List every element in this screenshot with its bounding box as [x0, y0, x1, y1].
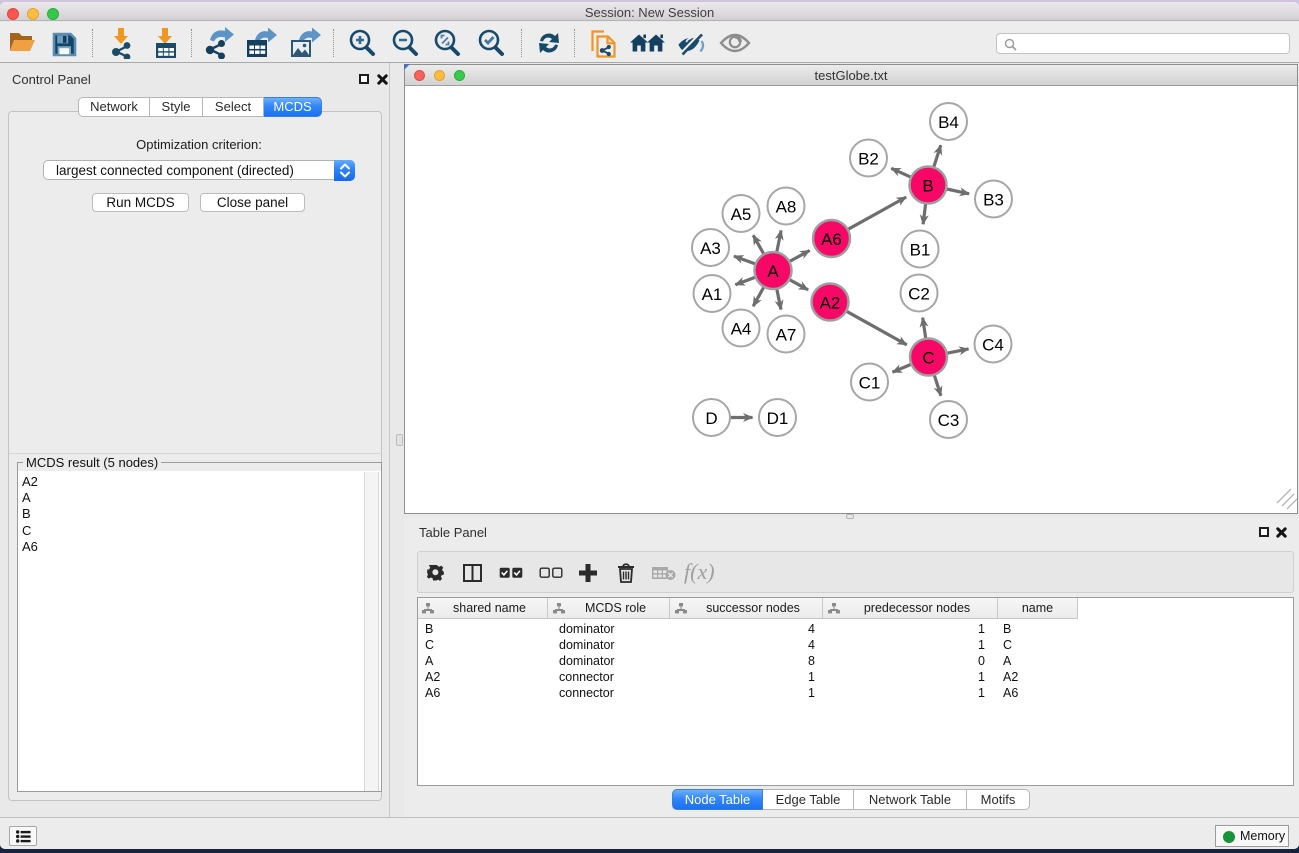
svg-text:B4: B4: [938, 113, 959, 132]
svg-text:C: C: [922, 349, 934, 368]
svg-text:A: A: [767, 262, 779, 281]
svg-text:A3: A3: [700, 239, 721, 258]
svg-text:A2: A2: [820, 294, 841, 313]
svg-text:B1: B1: [910, 241, 931, 260]
svg-text:B3: B3: [983, 191, 1004, 210]
svg-text:D1: D1: [767, 409, 789, 428]
svg-text:A7: A7: [776, 326, 797, 345]
svg-text:A8: A8: [776, 198, 797, 217]
svg-text:B: B: [922, 177, 933, 196]
svg-text:D: D: [705, 409, 717, 428]
svg-text:A4: A4: [731, 320, 752, 339]
svg-text:C3: C3: [938, 411, 960, 430]
svg-text:C1: C1: [859, 374, 881, 393]
svg-text:C4: C4: [982, 336, 1004, 355]
svg-text:B2: B2: [858, 150, 879, 169]
svg-text:A1: A1: [702, 285, 723, 304]
svg-text:A5: A5: [731, 205, 752, 224]
svg-text:A6: A6: [821, 230, 842, 249]
svg-text:C2: C2: [908, 285, 930, 304]
